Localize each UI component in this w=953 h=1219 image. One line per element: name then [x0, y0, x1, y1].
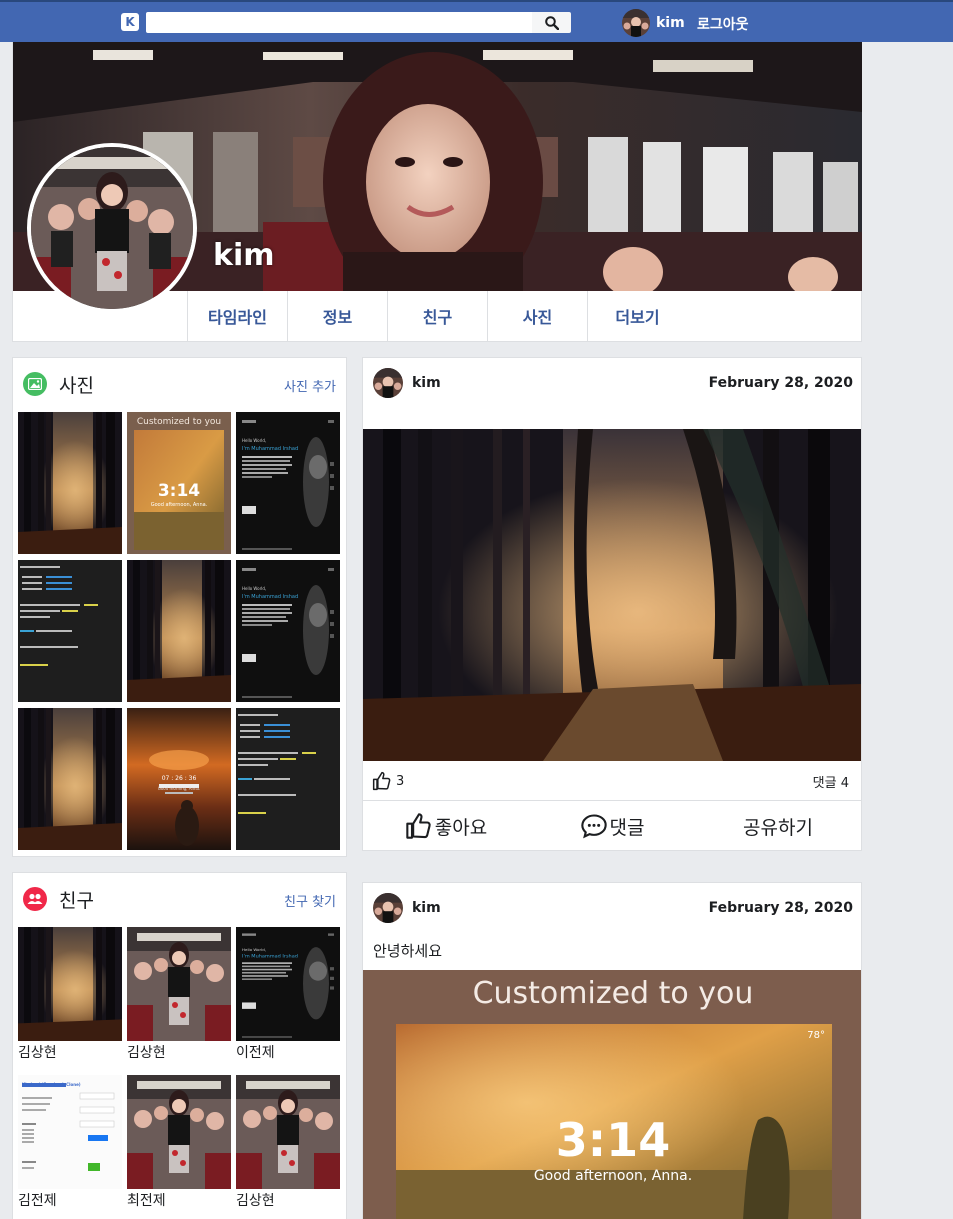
comment-label: 댓글 — [609, 816, 645, 839]
top-user-link[interactable]: kim — [622, 8, 685, 38]
thumbs-up-icon — [372, 771, 391, 791]
friend-photo[interactable] — [127, 1075, 231, 1189]
search-button[interactable] — [532, 12, 571, 33]
svg-text:07 : 26 : 36: 07 : 26 : 36 — [162, 775, 197, 782]
comment-count[interactable]: 댓글 4 — [813, 772, 849, 791]
photo-thumbnail[interactable] — [236, 708, 340, 850]
friend-photo[interactable] — [236, 1075, 340, 1189]
photo-thumbnail[interactable] — [127, 560, 231, 702]
like-count[interactable]: 3 — [372, 771, 404, 791]
top-username: kim — [656, 15, 685, 31]
friend-name[interactable]: 이전제 — [236, 1042, 275, 1062]
post-image[interactable]: Customized to you 3:14 Good afternoon, A… — [363, 970, 861, 1219]
post-stats: 3 댓글 4 — [363, 761, 861, 801]
svg-text:Hello World,: Hello World, — [242, 438, 266, 443]
svg-text:I'm Muhammad Irshad: I'm Muhammad Irshad — [242, 446, 298, 452]
svg-text:I'm Muhammad Irshad: I'm Muhammad Irshad — [242, 594, 298, 600]
post-date: February 28, 2020 — [708, 375, 853, 391]
svg-text:Customized to you: Customized to you — [137, 417, 221, 427]
tab-more[interactable]: 더보기 — [587, 291, 687, 341]
share-button[interactable]: 공유하기 — [695, 802, 861, 850]
photos-panel-header: 사진 사진 추가 — [13, 358, 346, 412]
friends-icon — [23, 887, 47, 911]
profile-tabs: 타임라인 정보 친구 사진 더보기 — [187, 291, 687, 341]
profile-cover-card: kim 타임라인 정보 친구 사진 더보기 — [12, 42, 862, 342]
post-author[interactable]: kim — [412, 375, 441, 391]
photo-icon — [23, 372, 47, 396]
svg-text:I'm Muhammad Irshad: I'm Muhammad Irshad — [242, 954, 298, 959]
search-icon — [544, 15, 559, 30]
tab-friends[interactable]: 친구 — [387, 291, 487, 341]
friend-name[interactable]: 김전제 — [18, 1190, 57, 1210]
photo-thumbnail[interactable] — [18, 412, 122, 554]
photos-panel: 사진 사진 추가 Customized to you 3:14 Good aft… — [12, 357, 347, 857]
post-date: February 28, 2020 — [708, 900, 853, 916]
add-photo-link[interactable]: 사진 추가 — [284, 376, 336, 395]
friend-photo[interactable]: Kimbook(Facebook Clone) — [18, 1075, 122, 1189]
friend-photo[interactable] — [18, 927, 122, 1041]
kimbook-logo-icon[interactable]: K — [121, 13, 139, 31]
friend-photo[interactable]: Hello World, I'm Muhammad Irshad — [236, 927, 340, 1041]
svg-text:Kimbook(Facebook Clone): Kimbook(Facebook Clone) — [22, 1082, 81, 1087]
photo-thumbnail[interactable]: Customized to you 3:14 Good afternoon, A… — [127, 412, 231, 554]
tab-info[interactable]: 정보 — [287, 291, 387, 341]
friend-name[interactable]: 최전제 — [127, 1190, 166, 1210]
avatar — [622, 9, 650, 37]
svg-text:Hello World,: Hello World, — [242, 586, 266, 591]
profile-name: kim — [213, 238, 275, 273]
friend-name[interactable]: 김상현 — [18, 1042, 57, 1062]
svg-text:3:14: 3:14 — [158, 481, 200, 501]
avatar[interactable] — [373, 368, 403, 398]
friend-name[interactable]: 김상현 — [127, 1042, 166, 1062]
search-input[interactable] — [146, 12, 532, 33]
tab-photos[interactable]: 사진 — [487, 291, 587, 341]
post-actions: 좋아요 댓글 공유하기 — [363, 802, 861, 850]
photo-thumbnail[interactable] — [18, 708, 122, 850]
image-time: 3:14 — [556, 1113, 670, 1167]
friend-photo[interactable] — [127, 927, 231, 1041]
friend-name[interactable]: 김상현 — [236, 1190, 275, 1210]
like-count-value: 3 — [396, 773, 405, 789]
photo-thumbnail[interactable]: Hello World, I'm Muhammad Irshad — [236, 560, 340, 702]
post-card: kim February 28, 2020 3 댓글 4 좋아요 댓글 공유하기 — [362, 357, 862, 851]
image-greeting: Good afternoon, Anna. — [534, 1168, 692, 1184]
tab-timeline[interactable]: 타임라인 — [187, 291, 287, 341]
post-image[interactable] — [363, 429, 861, 761]
photo-thumbnail[interactable]: 07 : 26 : 36 Good morning, Anna. — [127, 708, 231, 850]
svg-text:Good morning, Anna.: Good morning, Anna. — [158, 786, 201, 791]
top-navigation-bar: K kim 로그아웃 — [0, 0, 953, 42]
thumbs-up-icon — [406, 813, 431, 839]
comment-button[interactable]: 댓글 — [529, 802, 695, 850]
like-label: 좋아요 — [434, 816, 488, 839]
post-card: kim February 28, 2020 안녕하세요 Customized t… — [362, 882, 862, 1219]
profile-picture[interactable] — [27, 143, 197, 313]
image-title: Customized to you — [473, 976, 754, 1011]
share-label: 공유하기 — [743, 816, 813, 839]
photos-panel-title: 사진 — [59, 375, 94, 397]
post-author[interactable]: kim — [412, 900, 441, 916]
friends-panel-title: 친구 — [59, 890, 94, 912]
svg-text:Good afternoon, Anna.: Good afternoon, Anna. — [151, 502, 208, 508]
find-friends-link[interactable]: 친구 찾기 — [284, 891, 336, 910]
photo-thumbnail[interactable]: Hello World, I'm Muhammad Irshad — [236, 412, 340, 554]
post-text: 안녕하세요 — [373, 942, 443, 960]
avatar[interactable] — [373, 893, 403, 923]
friends-panel-header: 친구 친구 찾기 — [13, 873, 346, 927]
logout-button[interactable]: 로그아웃 — [697, 14, 749, 34]
comment-bubble-icon — [580, 814, 607, 839]
photo-thumbnail[interactable] — [18, 560, 122, 702]
like-button[interactable]: 좋아요 — [363, 802, 529, 850]
svg-text:Hello World,: Hello World, — [242, 948, 266, 952]
friends-panel: 친구 친구 찾기 김상현 김상현 Hello World, I'm Muhamm… — [12, 872, 347, 1219]
image-weather: 78° — [807, 1030, 825, 1041]
